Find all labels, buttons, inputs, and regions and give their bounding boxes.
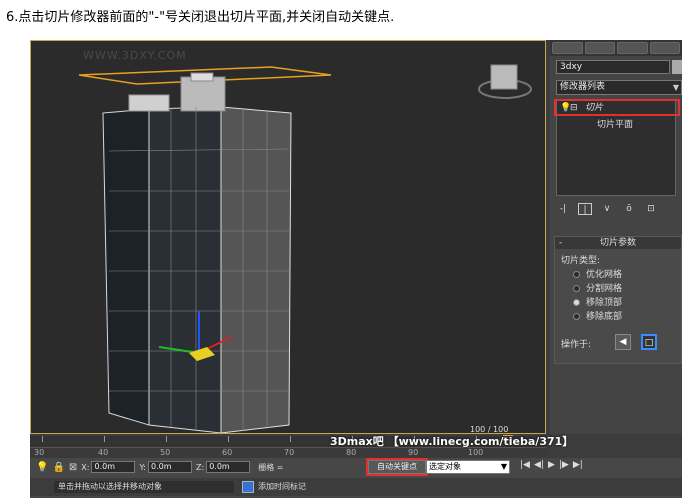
radio-label: 移除顶部: [586, 298, 623, 308]
radio-dot: [573, 271, 580, 278]
y-coord: Y: 0.0m: [139, 461, 193, 473]
key-filter-label: 选定对象: [429, 462, 461, 471]
playback-controls: |◀ ◀| ▶ |▶ ▶|: [520, 460, 583, 470]
coord-toolbar: 💡 🔒 ⊠ X: 0.0m Y: 0.0m Z: 0.0m 栅格 =: [30, 458, 682, 476]
y-label: Y:: [139, 462, 147, 472]
object-name-field[interactable]: 3dxy: [556, 60, 670, 74]
highlight-box-stack: [554, 99, 680, 116]
radio-label: 分割网格: [586, 284, 623, 294]
bottom-bar: 💡 🔒 ⊠ X: 0.0m Y: 0.0m Z: 0.0m 栅格 = 自动关键点…: [30, 458, 682, 498]
time-tag-icon[interactable]: [242, 481, 254, 493]
collapse-icon: -: [559, 238, 563, 248]
radio-split-mesh[interactable]: 分割网格: [573, 281, 622, 294]
building-model: [102, 72, 292, 433]
stack-toolbar: -| | ∨ ö ⊡: [556, 202, 682, 216]
ruler-tick: [290, 436, 291, 442]
absolute-mode-icon[interactable]: ⊠: [69, 462, 77, 473]
status-bar: 单击并拖动以选择并移动对象 添加时间标记: [30, 478, 682, 496]
ruler-tick: [228, 436, 229, 442]
radio-label: 优化网格: [586, 270, 623, 280]
grid-label: 栅格 =: [258, 462, 284, 472]
ruler-tick: [104, 436, 105, 442]
go-to-start-icon[interactable]: |◀: [520, 460, 530, 470]
go-to-end-icon[interactable]: ▶|: [573, 460, 583, 470]
tab-modify[interactable]: [584, 42, 615, 54]
x-input[interactable]: 0.0m: [91, 461, 136, 473]
z-label: Z:: [196, 462, 205, 472]
panel-tabs[interactable]: [550, 40, 682, 56]
slice-type-label: 切片类型:: [561, 256, 601, 266]
x-label: X:: [81, 462, 90, 472]
viewcube: [478, 64, 532, 99]
radio-label: 移除底部: [586, 312, 623, 322]
prompt-line: 单击并拖动以选择并移动对象: [54, 481, 234, 493]
tab-hierarchy[interactable]: [617, 42, 648, 54]
instruction-caption: 6.点击切片修改器前面的"-"号关闭退出切片平面,并关闭自动关键点.: [6, 10, 395, 25]
play-icon[interactable]: ▶: [548, 460, 555, 470]
tick-label: 40: [98, 448, 109, 457]
tick-label: 50: [160, 448, 171, 457]
perspective-viewport[interactable]: WWW.3DXY.COM: [30, 40, 546, 434]
tick-label: 80: [346, 448, 357, 457]
tick-label: 60: [222, 448, 233, 457]
radio-dot: [573, 299, 580, 306]
lock-icon[interactable]: 🔒: [52, 462, 64, 473]
tick-label: 90: [408, 448, 419, 457]
modifier-list-label: 修改器列表: [560, 82, 606, 92]
operate-on-label: 操作于:: [561, 340, 592, 350]
x-coord: X: 0.0m: [81, 461, 136, 473]
lightbulb-icon[interactable]: 💡: [36, 462, 48, 473]
tick-label: 100: [468, 448, 484, 457]
radio-dot: [573, 285, 580, 292]
object-color-swatch[interactable]: [672, 60, 682, 74]
prev-frame-icon[interactable]: ◀|: [534, 460, 544, 470]
modifier-list-dropdown[interactable]: 修改器列表 ▼: [556, 80, 682, 95]
y-input[interactable]: 0.0m: [148, 461, 193, 473]
radio-remove-top[interactable]: 移除顶部: [573, 295, 622, 308]
rollout-header[interactable]: - 切片参数: [555, 237, 681, 249]
tab-motion[interactable]: [649, 42, 680, 54]
z-input[interactable]: 0.0m: [206, 461, 251, 473]
configure-sets-icon[interactable]: ⊡: [644, 203, 658, 215]
ruler-tick: [42, 436, 43, 442]
command-panel: 3dxy 修改器列表 ▼ 💡 ⊟ 切片 切片平面 -| | ∨ ö ⊡ - 切片…: [550, 40, 682, 434]
max-window: WWW.3DXY.COM 3dxy 修改器列表 ▼ 💡 ⊟ 切片 切片平面 -|…: [30, 40, 682, 498]
scene-render: [78, 64, 532, 433]
show-end-result-icon[interactable]: |: [578, 203, 592, 215]
next-frame-icon[interactable]: |▶: [559, 460, 569, 470]
highlight-box-autokey: [366, 458, 428, 476]
add-time-tag-button[interactable]: 添加时间标记: [258, 481, 306, 492]
key-filter-dropdown[interactable]: 选定对象 ▼: [426, 460, 510, 474]
site-watermark: 3Dmax吧 【www.linecg.com/tieba/371】: [330, 435, 574, 448]
operate-poly-button[interactable]: □: [641, 334, 657, 350]
radio-remove-bottom[interactable]: 移除底部: [573, 309, 622, 322]
tick-label: 70: [284, 448, 295, 457]
pin-stack-icon[interactable]: -|: [556, 203, 570, 215]
tick-label: 30: [34, 448, 45, 457]
slice-parameters-rollout: - 切片参数 切片类型: 优化网格 分割网格 移除顶部 移除底部 操作于: ◀ …: [554, 236, 682, 364]
radio-dot: [573, 313, 580, 320]
stack-subitem-slice-plane[interactable]: 切片平面: [597, 117, 633, 130]
ruler-tick: [166, 436, 167, 442]
chevron-down-icon: ▼: [500, 462, 507, 471]
chevron-down-icon: ▼: [672, 83, 679, 92]
operate-face-button[interactable]: ◀: [615, 334, 631, 350]
z-coord: Z: 0.0m: [196, 461, 251, 473]
tab-create[interactable]: [552, 42, 583, 54]
make-unique-icon[interactable]: ∨: [600, 203, 614, 215]
rollout-title: 切片参数: [599, 238, 636, 248]
remove-modifier-icon[interactable]: ö: [622, 203, 636, 215]
radio-refine-mesh[interactable]: 优化网格: [573, 267, 622, 280]
